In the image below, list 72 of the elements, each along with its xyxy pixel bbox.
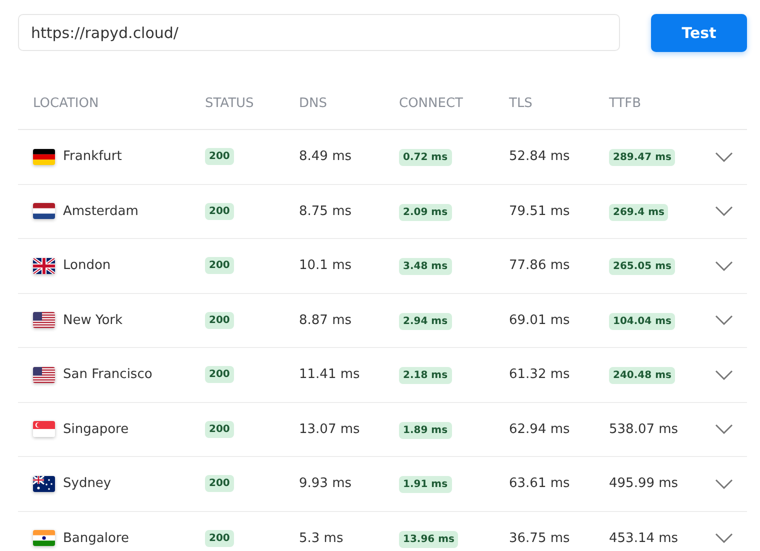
location-cell: Amsterdam — [63, 204, 138, 219]
column-header: TTFB — [608, 96, 642, 111]
chevron-icon[interactable] — [715, 260, 733, 271]
column-header: STATUS — [204, 96, 255, 111]
dns-cell: 10.1 ms — [299, 258, 352, 274]
ttfb-badge: 265.05 ms — [609, 258, 676, 276]
dns-cell: 8.87 ms — [299, 312, 352, 328]
ttfb-cell: 495.99 ms — [609, 476, 678, 492]
connect-badge: 2.18 ms — [399, 367, 452, 384]
status-badge: 200 — [205, 148, 234, 166]
chevron-icon[interactable] — [715, 533, 733, 544]
chevron-icon[interactable] — [715, 152, 733, 162]
location-cell: Singapore — [63, 422, 129, 437]
location-cell: San Francisco — [63, 367, 152, 382]
status-badge: 200 — [205, 420, 234, 438]
flag-icon — [33, 366, 55, 383]
status-badge: 200 — [205, 312, 234, 329]
connect-badge: 2.94 ms — [399, 312, 452, 330]
flag-icon — [33, 421, 55, 438]
ttfb-badge: 289.47 ms — [609, 149, 676, 166]
location-cell: Sydney — [63, 476, 112, 492]
status-badge: 200 — [205, 475, 234, 492]
location-cell: New York — [63, 312, 123, 328]
column-header: CONNECT — [398, 96, 464, 111]
location-cell: Bangalore — [63, 530, 129, 546]
tls-cell: 62.94 ms — [509, 422, 570, 437]
chevron-icon[interactable] — [715, 206, 733, 216]
flag-icon — [33, 530, 55, 546]
ttfb-cell: 538.07 ms — [609, 422, 678, 437]
flag-icon — [33, 258, 55, 274]
dns-cell: 11.41 ms — [299, 367, 360, 382]
connect-badge: 0.72 ms — [399, 149, 452, 166]
dns-cell: 9.93 ms — [299, 476, 352, 492]
column-header: DNS — [298, 96, 328, 111]
ttfb-badge: 269.4 ms — [609, 204, 668, 221]
chevron-icon[interactable] — [715, 370, 733, 380]
dns-cell: 5.3 ms — [299, 530, 344, 546]
connect-badge: 2.09 ms — [399, 204, 452, 221]
ttfb-badge: 240.48 ms — [609, 367, 676, 384]
ttfb-cell: 453.14 ms — [609, 530, 678, 546]
dns-cell: 13.07 ms — [299, 422, 360, 437]
chevron-icon[interactable] — [715, 424, 733, 434]
status-badge: 200 — [205, 366, 234, 384]
dns-cell: 8.75 ms — [299, 204, 352, 219]
column-header: LOCATION — [32, 96, 100, 111]
connect-badge: 1.91 ms — [399, 476, 452, 494]
status-badge: 200 — [205, 530, 234, 547]
ttfb-badge: 104.04 ms — [609, 312, 676, 330]
test-button[interactable]: Test — [651, 14, 747, 52]
tls-cell: 79.51 ms — [509, 204, 570, 219]
tls-cell: 69.01 ms — [509, 312, 570, 328]
flag-icon — [33, 148, 55, 165]
connect-badge: 13.96 ms — [399, 530, 458, 548]
tls-cell: 61.32 ms — [509, 367, 570, 382]
chevron-icon[interactable] — [715, 315, 733, 326]
chevron-icon[interactable] — [715, 478, 733, 489]
status-badge: 200 — [205, 202, 234, 220]
url-field[interactable]: https://rapyd.cloud/ — [18, 14, 620, 51]
location-cell: London — [63, 258, 111, 274]
status-badge: 200 — [205, 257, 234, 274]
dns-cell: 8.49 ms — [299, 149, 352, 164]
tls-cell: 63.61 ms — [509, 476, 570, 492]
location-cell: Frankfurt — [63, 149, 122, 164]
flag-icon — [33, 312, 55, 328]
tls-cell: 52.84 ms — [509, 149, 570, 164]
tls-cell: 77.86 ms — [509, 258, 570, 274]
flag-icon — [33, 476, 55, 492]
column-header: TLS — [508, 96, 534, 111]
connect-badge: 3.48 ms — [399, 258, 452, 276]
flag-icon — [33, 203, 55, 220]
tls-cell: 36.75 ms — [509, 530, 570, 546]
connect-badge: 1.89 ms — [399, 422, 452, 439]
